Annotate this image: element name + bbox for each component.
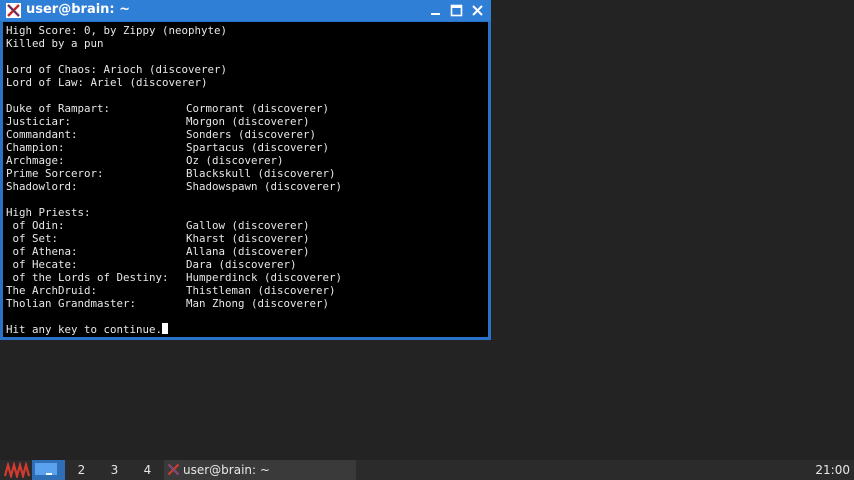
rank-holder: Cormorant (discoverer) xyxy=(186,102,330,115)
rank-title: Commandant: xyxy=(6,128,78,141)
rank-holder: Oz (discoverer) xyxy=(186,154,284,167)
ranking-row: of Set: Kharst (discoverer) xyxy=(6,232,342,245)
workspace-4-button[interactable]: 4 xyxy=(131,460,164,480)
continue-prompt: Hit any key to continue. xyxy=(6,323,342,336)
taskbar: 2 3 4 user@brain: ~ 21:00 xyxy=(0,460,854,480)
ranking-row: Champion: Spartacus (discoverer) xyxy=(6,141,342,154)
ranking-row: of the Lords of Destiny: Humperdinck (dis… xyxy=(6,271,343,284)
rank-title: of Set: xyxy=(6,232,59,245)
rank-holder: Thistleman (discoverer) xyxy=(186,284,336,297)
ranking-row: of Hecate: Dara (discoverer) xyxy=(6,258,342,271)
x-terminal-icon xyxy=(6,3,21,18)
maximize-icon[interactable] xyxy=(449,3,464,18)
rank-title: Shadowlord: xyxy=(6,180,78,193)
window-title: user@brain: ~ xyxy=(26,2,131,17)
rank-holder: Allana (discoverer) xyxy=(186,245,310,258)
rank-holder: Sonders (discoverer) xyxy=(186,128,317,141)
rank-title: Duke of Rampart: xyxy=(6,102,111,115)
ranking-row: Commandant: Sonders (discoverer) xyxy=(6,128,342,141)
ranking-row: Duke of Rampart: Cormorant (discoverer) xyxy=(6,102,342,115)
terminal-text: High Score: 0, by Zippy (neophyte) Killed… xyxy=(6,24,342,336)
workspace-2-button[interactable]: 2 xyxy=(65,460,98,480)
minimize-icon[interactable] xyxy=(428,3,443,18)
section-heading: High Priests: xyxy=(6,206,91,219)
clock[interactable]: 21:00 xyxy=(815,460,850,480)
rank-title: The ArchDruid: xyxy=(6,284,98,297)
rank-title: of Athena: xyxy=(6,245,78,258)
rank-title: Archmage: xyxy=(6,154,65,167)
rank-title: Justiciar: xyxy=(6,115,72,128)
start-menu-icon[interactable] xyxy=(4,462,30,478)
window-titlebar[interactable]: user@brain: ~ xyxy=(0,0,491,21)
rank-holder: Shadowspawn (discoverer) xyxy=(186,180,343,193)
terminal-line: Killed by a pun xyxy=(6,37,104,50)
close-icon[interactable] xyxy=(470,3,485,18)
rank-title: Champion: xyxy=(6,141,65,154)
rank-holder: Blackskull (discoverer) xyxy=(186,167,336,180)
rank-holder: Man Zhong (discoverer) xyxy=(186,297,330,310)
terminal-line: High Score: 0, by Zippy (neophyte) xyxy=(6,24,228,37)
workspace-3-button[interactable]: 3 xyxy=(98,460,131,480)
taskbar-window-button[interactable]: user@brain: ~ xyxy=(164,460,356,480)
rank-holder: Kharst (discoverer) xyxy=(186,232,310,245)
terminal-output[interactable]: High Score: 0, by Zippy (neophyte) Killed… xyxy=(3,22,488,337)
ranking-row: The ArchDruid: Thistleman (discoverer) xyxy=(6,284,342,297)
workspace-1-button[interactable] xyxy=(32,460,65,480)
x-terminal-icon xyxy=(167,463,180,476)
rank-holder: Spartacus (discoverer) xyxy=(186,141,330,154)
rank-title: of Odin: xyxy=(6,219,65,232)
ranking-row: of Athena: Allana (discoverer) xyxy=(6,245,342,258)
rank-holder: Gallow (discoverer) xyxy=(186,219,310,232)
ranking-row: Justiciar: Morgon (discoverer) xyxy=(6,115,342,128)
terminal-window[interactable]: user@brain: ~ High Score: 0, by Zippy (n… xyxy=(0,0,491,340)
rank-title: Prime Sorceror: xyxy=(6,167,104,180)
desktop: user@brain: ~ High Score: 0, by Zippy (n… xyxy=(0,0,854,480)
ranking-row: Tholian Grandmaster: Man Zhong (discovere… xyxy=(6,297,342,310)
taskbar-window-label: user@brain: ~ xyxy=(183,463,270,477)
rank-title: Tholian Grandmaster: xyxy=(6,297,137,310)
rank-title: of Hecate: xyxy=(6,258,78,271)
workspace-label xyxy=(46,473,52,475)
ranking-row: Shadowlord: Shadowspawn (discoverer) xyxy=(6,180,342,193)
text-cursor xyxy=(162,323,169,334)
ranking-row: of Odin: Gallow (discoverer) xyxy=(6,219,342,232)
rank-holder: Morgon (discoverer) xyxy=(186,115,310,128)
rank-holder: Humperdinck (discoverer) xyxy=(186,271,343,284)
rank-holder: Dara (discoverer) xyxy=(186,258,297,271)
rank-title: of the Lords of Destiny: xyxy=(6,271,169,284)
terminal-line: Lord of Chaos: Arioch (discoverer) xyxy=(6,63,228,76)
ranking-row: Archmage: Oz (discoverer) xyxy=(6,154,342,167)
terminal-line: Lord of Law: Ariel (discoverer) xyxy=(6,76,208,89)
ranking-row: Prime Sorceror: Blackskull (discoverer) xyxy=(6,167,342,180)
